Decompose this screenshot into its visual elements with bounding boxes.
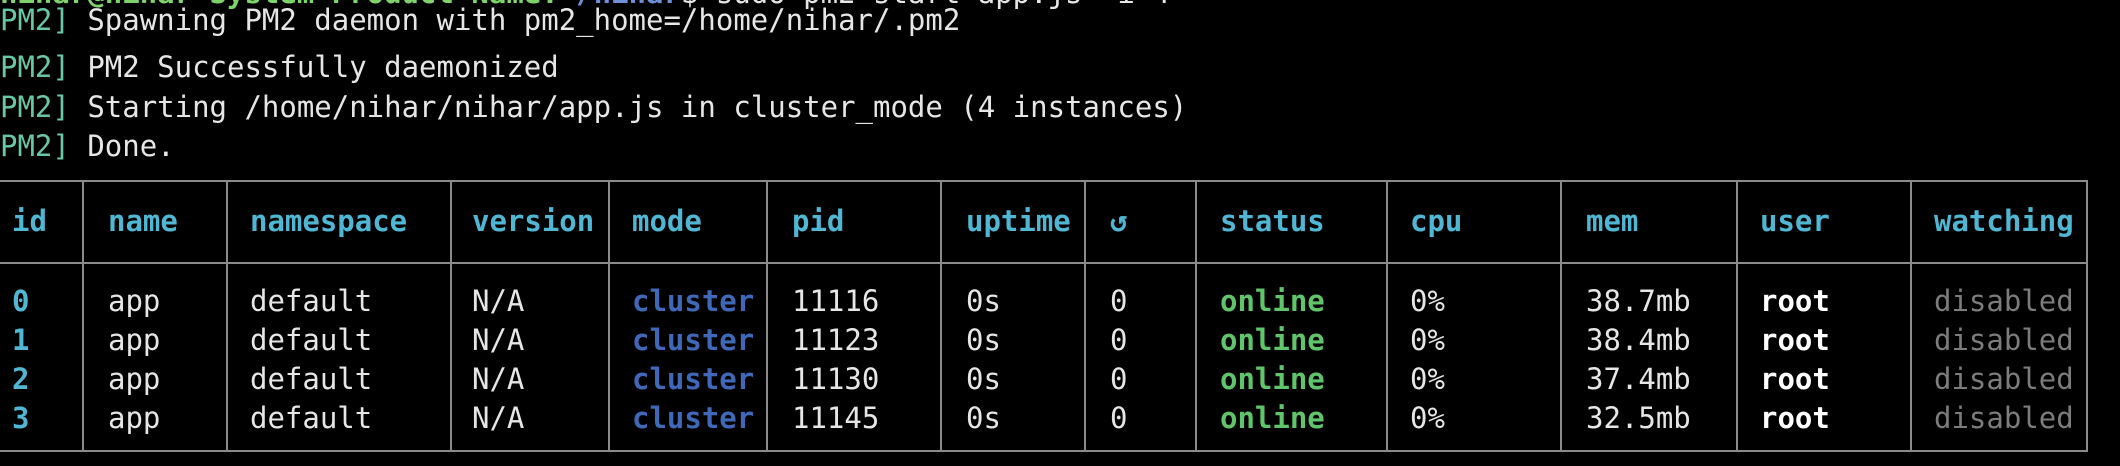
header-separator xyxy=(0,262,2086,264)
pm2-process-table: id name namespace version mode pid uptim… xyxy=(0,180,2088,452)
cell-uptime: 0s xyxy=(966,323,1001,357)
cell-name: app xyxy=(108,323,161,357)
cell-status: online xyxy=(1220,362,1325,396)
cell-user: root xyxy=(1760,401,1830,435)
log-line: PM2] Starting /home/nihar/nihar/app.js i… xyxy=(0,87,1187,127)
log-text: PM2 Successfully daemonized xyxy=(87,50,559,84)
column-divider xyxy=(1195,182,1197,450)
cell-namespace: default xyxy=(250,323,373,357)
column-divider xyxy=(766,182,768,450)
cell-watching: disabled xyxy=(1934,323,2074,357)
log-text: Done. xyxy=(87,129,175,163)
cell-id: 0 xyxy=(12,284,30,318)
cell-cpu: 0% xyxy=(1410,362,1445,396)
cell-mem: 32.5mb xyxy=(1586,401,1691,435)
cell-pid: 11130 xyxy=(792,362,880,396)
cell-mode: cluster xyxy=(632,284,755,318)
column-divider xyxy=(608,182,610,450)
column-divider xyxy=(1084,182,1086,450)
terminal-window[interactable]: nihar@nihar-System-Product-Name:~/nihar$… xyxy=(0,0,2120,466)
log-prefix: PM2] xyxy=(0,90,70,124)
cell-pid: 11145 xyxy=(792,401,880,435)
cell-cpu: 0% xyxy=(1410,401,1445,435)
cell-namespace: default xyxy=(250,401,373,435)
column-divider xyxy=(940,182,942,450)
cell-mode: cluster xyxy=(632,362,755,396)
cell-user: root xyxy=(1760,284,1830,318)
column-divider xyxy=(1560,182,1562,450)
column-header-mode: mode xyxy=(632,204,702,238)
column-divider xyxy=(1910,182,1912,450)
column-header-mem: mem xyxy=(1586,204,1639,238)
cell-namespace: default xyxy=(250,362,373,396)
cell-mem: 37.4mb xyxy=(1586,362,1691,396)
cell-restarts: 0 xyxy=(1110,362,1128,396)
column-header-id: id xyxy=(12,204,47,238)
cell-pid: 11123 xyxy=(792,323,880,357)
cell-watching: disabled xyxy=(1934,401,2074,435)
log-line: PM2] Spawning PM2 daemon with pm2_home=/… xyxy=(0,0,960,40)
cell-version: N/A xyxy=(472,284,525,318)
column-divider xyxy=(1386,182,1388,450)
cell-pid: 11116 xyxy=(792,284,880,318)
cell-uptime: 0s xyxy=(966,284,1001,318)
cell-user: root xyxy=(1760,323,1830,357)
column-divider xyxy=(82,182,84,450)
log-line: PM2] PM2 Successfully daemonized xyxy=(0,47,559,87)
column-divider xyxy=(226,182,228,450)
cell-name: app xyxy=(108,284,161,318)
column-divider xyxy=(450,182,452,450)
column-header-restarts: ↺ xyxy=(1110,204,1128,238)
cell-watching: disabled xyxy=(1934,362,2074,396)
column-header-status: status xyxy=(1220,204,1325,238)
log-line: PM2] Done. xyxy=(0,126,175,166)
cell-restarts: 0 xyxy=(1110,284,1128,318)
column-header-version: version xyxy=(472,204,595,238)
cell-mode: cluster xyxy=(632,401,755,435)
cell-restarts: 0 xyxy=(1110,401,1128,435)
column-header-pid: pid xyxy=(792,204,845,238)
cell-watching: disabled xyxy=(1934,284,2074,318)
cell-mem: 38.7mb xyxy=(1586,284,1691,318)
cell-user: root xyxy=(1760,362,1830,396)
column-header-name: name xyxy=(108,204,178,238)
log-prefix: PM2] xyxy=(0,3,70,37)
cell-version: N/A xyxy=(472,323,525,357)
cell-restarts: 0 xyxy=(1110,323,1128,357)
column-header-uptime: uptime xyxy=(966,204,1071,238)
cell-cpu: 0% xyxy=(1410,323,1445,357)
cell-namespace: default xyxy=(250,284,373,318)
cell-uptime: 0s xyxy=(966,362,1001,396)
cell-id: 1 xyxy=(12,323,30,357)
column-header-namespace: namespace xyxy=(250,204,408,238)
cell-status: online xyxy=(1220,323,1325,357)
log-text: Spawning PM2 daemon with pm2_home=/home/… xyxy=(87,3,961,37)
column-header-user: user xyxy=(1760,204,1830,238)
column-header-cpu: cpu xyxy=(1410,204,1463,238)
column-divider xyxy=(1736,182,1738,450)
cell-name: app xyxy=(108,362,161,396)
log-prefix: PM2] xyxy=(0,50,70,84)
cell-id: 3 xyxy=(12,401,30,435)
cell-cpu: 0% xyxy=(1410,284,1445,318)
cell-version: N/A xyxy=(472,401,525,435)
cell-id: 2 xyxy=(12,362,30,396)
cell-version: N/A xyxy=(472,362,525,396)
column-header-watching: watching xyxy=(1934,204,2074,238)
cell-uptime: 0s xyxy=(966,401,1001,435)
cell-mode: cluster xyxy=(632,323,755,357)
cell-status: online xyxy=(1220,284,1325,318)
log-text: Starting /home/nihar/nihar/app.js in clu… xyxy=(87,90,1188,124)
cell-status: online xyxy=(1220,401,1325,435)
cell-name: app xyxy=(108,401,161,435)
log-prefix: PM2] xyxy=(0,129,70,163)
cell-mem: 38.4mb xyxy=(1586,323,1691,357)
